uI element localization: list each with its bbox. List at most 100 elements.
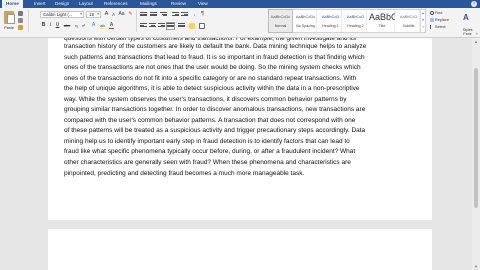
document-line[interactable]: ones of the transactions do not fit into…: [64, 74, 419, 85]
superscript-button[interactable]: x²: [80, 22, 87, 29]
highlight-button[interactable]: ab: [99, 22, 106, 29]
find-label: Find: [435, 11, 443, 15]
search-icon: [430, 11, 434, 15]
bold-button[interactable]: B: [40, 22, 47, 29]
vertical-scrollbar[interactable]: ▲ ▼: [472, 38, 480, 270]
group-divider: [136, 10, 137, 32]
document-line[interactable]: such patterns and transactions that lead…: [64, 53, 419, 64]
ribbon-tab-bar: Home Insert Design Layout References Mai…: [0, 0, 480, 8]
document-line[interactable]: fraud like what specific phenomena typic…: [64, 147, 419, 158]
replace-button[interactable]: Replace: [430, 17, 456, 24]
select-label: Select: [435, 25, 446, 29]
show-formatting-icon[interactable]: ¶: [199, 11, 206, 18]
font-family-value: Calibri Light (...: [43, 12, 73, 17]
shrink-font-button[interactable]: A: [110, 11, 117, 18]
document-line[interactable]: transaction history of the customers are…: [64, 42, 419, 53]
tab-review[interactable]: Review: [171, 0, 186, 8]
underline-button[interactable]: U: [54, 22, 61, 29]
style-name: Heading 2: [347, 24, 364, 28]
document-page-next[interactable]: [48, 229, 432, 270]
scroll-up-icon[interactable]: ▲: [473, 39, 479, 44]
bullets-icon[interactable]: [140, 12, 147, 18]
numbering-icon[interactable]: [150, 12, 157, 18]
font-family-dropdown[interactable]: Calibri Light (... ▾: [40, 11, 84, 18]
style-preview: AaBbC: [369, 12, 395, 22]
copy-icon[interactable]: [18, 18, 23, 23]
document-line[interactable]: pinpointed, predicting and detecting fra…: [64, 169, 419, 180]
tab-home[interactable]: Home: [2, 0, 23, 8]
scroll-down-icon[interactable]: ▼: [473, 264, 479, 269]
font-size-dropdown[interactable]: 18 ▾: [86, 11, 101, 18]
document-line[interactable]: way. While the system observes the user'…: [64, 95, 419, 106]
font-color-button[interactable]: A: [108, 22, 115, 29]
paste-button[interactable]: Paste: [2, 10, 16, 32]
tab-references[interactable]: References: [104, 0, 128, 8]
style-preview: AaBbCcDc: [295, 14, 316, 19]
borders-icon[interactable]: [199, 23, 205, 29]
highlight-color-swatch: [100, 27, 105, 29]
collapse-ribbon-icon[interactable]: ˄: [476, 31, 478, 36]
align-right-icon[interactable]: [158, 23, 165, 29]
help-icon[interactable]: ?: [471, 1, 477, 7]
align-center-icon[interactable]: [149, 23, 156, 29]
font-color-swatch: [109, 27, 114, 29]
document-line[interactable]: mining help us to identify important ear…: [64, 137, 419, 148]
style-name: Subtitle: [402, 24, 415, 28]
styles-scroll[interactable]: ▴ ▾ ▿: [420, 10, 425, 32]
style-no-spacing[interactable]: AaBbCcDc No Spacing: [294, 10, 317, 32]
align-left-icon[interactable]: [140, 23, 147, 29]
document-line[interactable]: of these patterns will be treated as a s…: [64, 126, 419, 137]
sort-icon[interactable]: ↓: [191, 11, 198, 18]
more-styles-icon[interactable]: ▿: [421, 24, 425, 31]
style-preview: AaBbCcDc: [270, 14, 291, 19]
cursor-icon: [430, 25, 434, 29]
find-button[interactable]: Find: [430, 10, 456, 17]
tab-mailings[interactable]: Mailings: [140, 0, 157, 8]
italic-button[interactable]: I: [47, 22, 54, 29]
text-effects-button[interactable]: A: [90, 22, 97, 29]
style-name: Normal: [274, 24, 287, 28]
font-size-value: 18: [89, 12, 94, 17]
style-preview: AaBbCcD: [321, 14, 340, 19]
tab-layout[interactable]: Layout: [79, 0, 93, 8]
style-heading-1[interactable]: AaBbCcD Heading 1: [319, 10, 342, 32]
increase-indent-icon[interactable]: [181, 12, 188, 18]
decrease-indent-icon[interactable]: [172, 12, 179, 18]
tab-view[interactable]: View: [198, 0, 208, 8]
justify-icon[interactable]: [166, 22, 175, 30]
multilevel-list-icon[interactable]: [160, 12, 167, 18]
document-line[interactable]: grouping similar transactions together. …: [64, 105, 419, 116]
format-painter-icon[interactable]: [18, 25, 23, 30]
scrollbar-thumb[interactable]: [474, 68, 478, 208]
style-subtitle[interactable]: AaBbCcD Subtitle: [397, 10, 420, 32]
clipboard-icon: [4, 11, 15, 24]
grow-font-button[interactable]: A: [103, 11, 110, 18]
style-heading-2[interactable]: AaBbCcD Heading 2: [344, 10, 367, 32]
document-line[interactable]: ones of the transactions are not ones th…: [64, 63, 419, 74]
strikethrough-button[interactable]: abc: [62, 22, 72, 29]
tab-design[interactable]: Design: [55, 0, 69, 8]
change-case-button[interactable]: Aa: [117, 11, 126, 18]
style-title[interactable]: AaBbC Title: [369, 10, 395, 32]
document-body[interactable]: questions with certain types of customer…: [64, 38, 419, 179]
style-name: Title: [378, 24, 386, 28]
style-name: Heading 1: [322, 24, 339, 28]
select-button[interactable]: Select: [430, 24, 456, 31]
chevron-up-icon[interactable]: ▴: [421, 10, 425, 17]
line-spacing-icon[interactable]: [178, 23, 185, 29]
style-normal[interactable]: AaBbCcDc Normal: [268, 9, 293, 33]
tab-insert[interactable]: Insert: [34, 0, 46, 8]
subscript-button[interactable]: x₂: [73, 22, 80, 29]
clear-formatting-icon[interactable]: ✎: [127, 11, 134, 18]
style-preview: AaBbCcD: [399, 14, 418, 19]
cut-icon[interactable]: [18, 11, 23, 16]
shading-icon[interactable]: [189, 23, 195, 29]
document-line[interactable]: other characteristics are generally seen…: [64, 158, 419, 169]
document-line[interactable]: the help of unique algorithms, it is abl…: [64, 84, 419, 95]
paste-label: Paste: [4, 26, 14, 30]
chevron-down-icon[interactable]: ▾: [421, 17, 425, 24]
editing-group: Find Replace Select: [430, 10, 456, 32]
document-line[interactable]: compared with the user's common behavior…: [64, 116, 419, 127]
chevron-down-icon: ▾: [80, 12, 82, 16]
document-page[interactable]: questions with certain types of customer…: [48, 38, 432, 220]
